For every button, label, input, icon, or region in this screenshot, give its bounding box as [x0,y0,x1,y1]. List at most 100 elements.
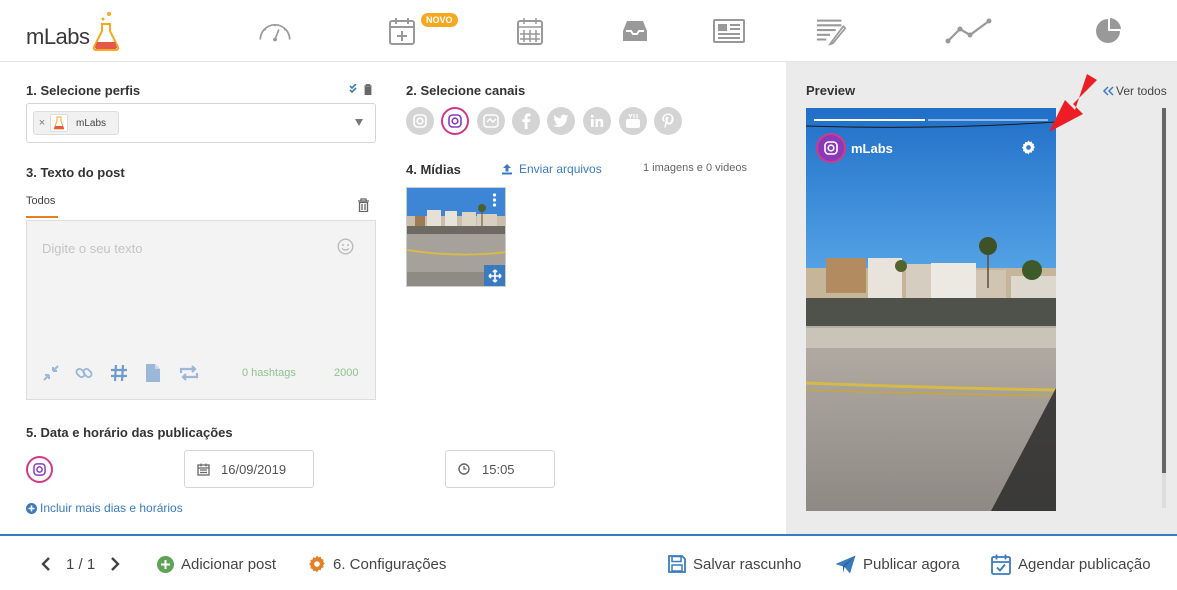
chevron-left-icon[interactable] [40,557,52,571]
upload-label: Enviar arquivos [519,162,602,176]
story-progress-filled [814,119,925,121]
nav-analytics[interactable] [1091,14,1125,48]
profile-name: mLabs [76,117,107,129]
view-all-label: Ver todos [1116,84,1167,98]
template-tool[interactable] [143,363,163,383]
story-account-name: mLabs [851,141,893,156]
save-draft-button[interactable]: Salvar rascunho [668,536,801,590]
calendar-icon [196,463,210,476]
nav-feed[interactable] [712,14,746,48]
active-tab-indicator [26,216,58,218]
emoji-icon[interactable] [337,238,354,255]
clock-icon [458,463,470,475]
story-preview: mLabs [806,108,1056,511]
schedule-channel-badge [26,456,53,483]
plus-circle-icon [26,502,37,514]
bottom-action-bar: 1 / 1 Adicionar post 6. Configurações Sa… [0,534,1177,590]
text-placeholder: Digite o seu texto [42,241,143,256]
dashboard-gauge-icon [259,24,291,42]
nav-new-post[interactable] [385,14,419,48]
trash-icon[interactable] [363,84,373,95]
tab-todos[interactable]: Todos [26,195,55,207]
logo-text: mLabs [26,24,90,49]
section-title-media: 4. Mídias [406,162,461,177]
nav-inbox[interactable] [618,14,652,48]
upload-files-link[interactable]: Enviar arquivos [501,162,602,176]
flask-avatar-icon [54,116,64,130]
section-title-profiles: 1. Selecione perfis [26,83,141,98]
chevron-down-icon[interactable] [355,119,363,126]
add-more-dates-link[interactable]: Incluir mais dias e horários [26,501,183,515]
remove-profile-icon[interactable]: × [34,117,50,129]
instagram-icon [824,141,838,155]
channel-twitter[interactable] [547,107,575,135]
nav-calendar[interactable] [513,14,547,48]
youtube-icon [626,113,640,128]
gear-icon [309,555,325,573]
instagram-stories-icon [448,114,462,128]
hashtag-count: 0 hashtags [242,367,296,379]
channel-instagram-stories[interactable] [441,107,469,135]
inbox-icon [623,21,647,41]
time-input[interactable]: 15:05 [445,450,555,488]
flask-logo-icon [92,12,119,51]
schedule-label: Agendar publicação [1018,555,1151,573]
character-limit: 2000 [334,367,359,379]
view-all-link[interactable]: Ver todos [1102,84,1167,98]
date-input[interactable]: 16/09/2019 [184,450,314,488]
date-value: 16/09/2019 [221,461,287,477]
channel-igtv[interactable] [477,107,505,135]
selected-profile-tag: × mLabs [33,111,119,135]
channel-linkedin[interactable] [583,107,611,135]
compress-icon [43,365,59,381]
more-options-icon[interactable] [492,193,497,207]
nav-dashboard[interactable] [258,14,292,48]
publish-now-label: Publicar agora [863,555,960,573]
section-title-schedule: 5. Data e horário das publicações [26,425,233,440]
pie-chart-icon [1096,18,1121,43]
calendar-field-icon-wrap [185,463,221,476]
red-annotation-arrow [1049,74,1097,132]
double-chevron-left-icon [1102,86,1114,96]
post-composer: mLabs NOVO 1. Selecione perfis × mLabs 3… [0,0,1177,590]
pinterest-icon [662,113,674,129]
repeat-tool[interactable] [177,363,201,383]
nav-planning[interactable] [815,14,849,48]
channel-pinterest[interactable] [654,107,682,135]
instagram-stories-icon [33,463,46,476]
post-text-area[interactable]: Digite o seu texto 0 hashtags 2000 [26,220,376,400]
channel-youtube[interactable] [619,107,647,135]
settings-button[interactable]: 6. Configurações [308,536,446,590]
shorten-tool[interactable] [41,363,61,383]
select-all-icon[interactable] [349,84,359,94]
facebook-icon [522,113,531,129]
drag-handle[interactable] [484,265,505,286]
preview-scrollbar-thumb[interactable] [1162,108,1166,473]
hashtag-tool[interactable] [109,363,129,383]
schedule-button[interactable]: Agendar publicação [991,536,1151,590]
add-post-button[interactable]: Adicionar post [157,536,276,590]
story-progress-remaining [928,119,1048,121]
clear-text-trash-icon[interactable] [357,198,370,212]
top-navigation: mLabs NOVO [0,0,1177,62]
channel-instagram[interactable] [406,107,434,135]
section-title-text: 3. Texto do post [26,165,125,180]
link-tool[interactable] [74,363,94,383]
chevron-right-icon[interactable] [109,557,121,571]
media-count: 1 imagens e 0 videos [643,162,747,174]
mlabs-logo[interactable]: mLabs [26,10,120,52]
save-draft-label: Salvar rascunho [693,555,802,573]
channel-facebook[interactable] [512,107,540,135]
move-arrows-icon [488,269,502,283]
publish-now-button[interactable]: Publicar agora [835,536,960,590]
media-thumbnail[interactable] [406,187,506,287]
add-more-label: Incluir mais dias e horários [40,501,183,515]
paper-plane-icon [835,555,856,573]
igtv-icon [483,114,499,128]
nav-reports[interactable] [945,14,993,48]
hashtag-icon [111,364,127,382]
gear-icon[interactable] [1021,140,1036,155]
profile-select[interactable]: × mLabs [26,103,376,143]
linkedin-icon [590,114,604,127]
upload-icon [502,164,512,175]
